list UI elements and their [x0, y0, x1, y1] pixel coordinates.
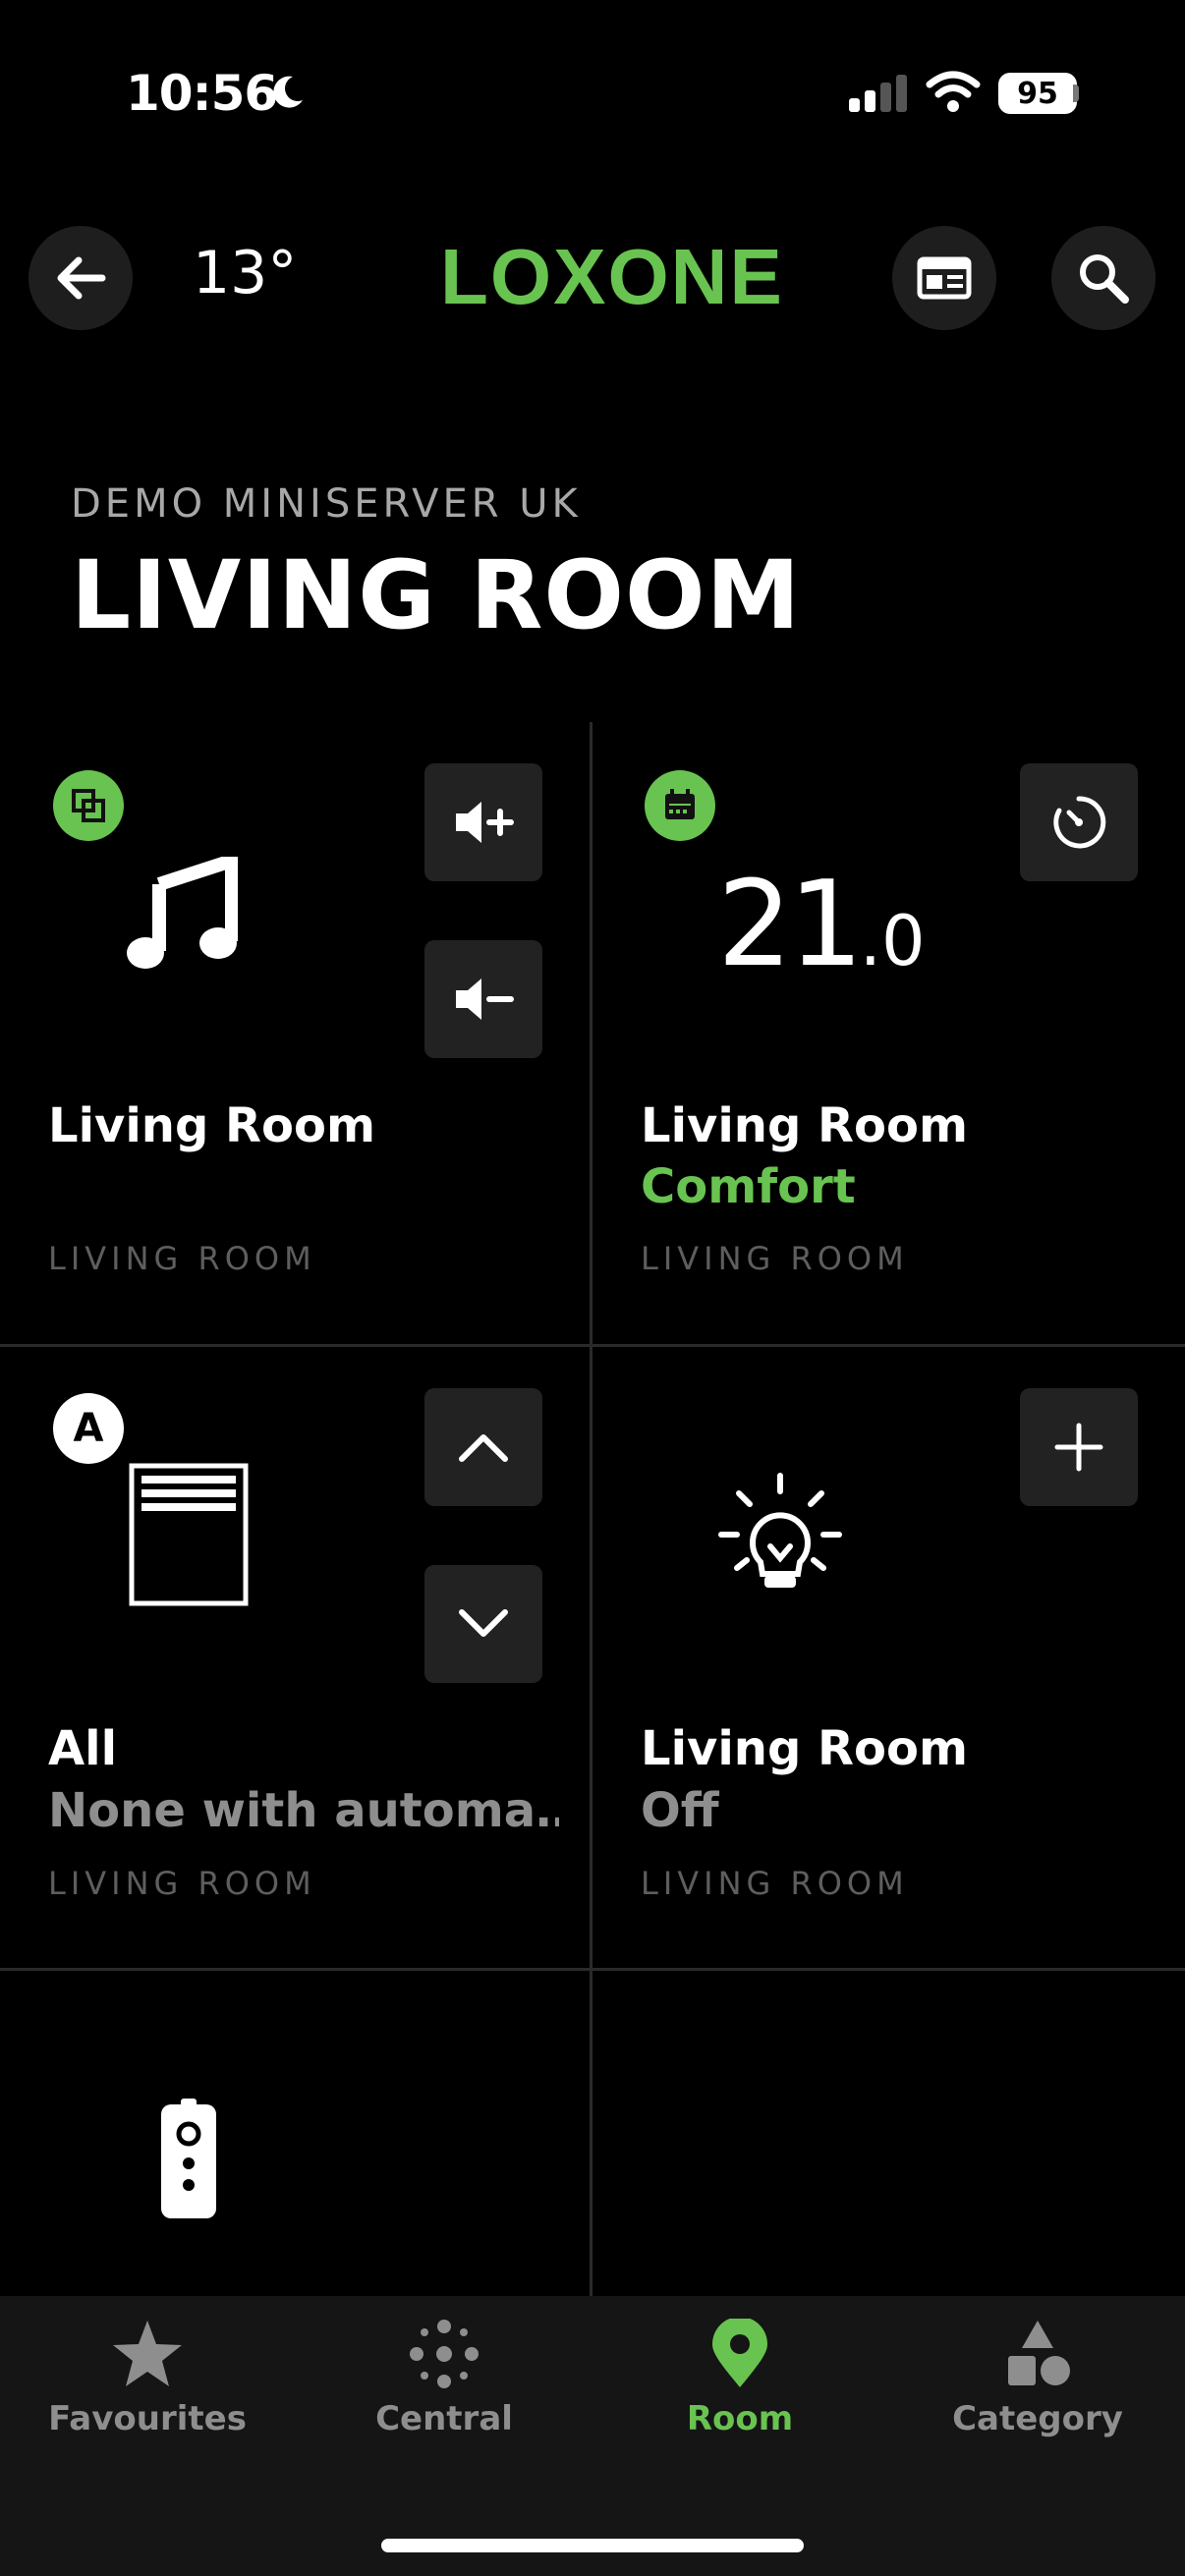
timer-button[interactable] [1020, 763, 1138, 881]
tab-central[interactable]: Central [297, 2319, 592, 2438]
automatic-badge: A [53, 1393, 124, 1464]
loxone-logo: LOXONE [440, 233, 784, 320]
tab-room[interactable]: Room [592, 2319, 887, 2438]
calendar-icon [665, 789, 695, 819]
tile-room: LIVING ROOM [641, 1865, 909, 1902]
search-button[interactable] [1051, 226, 1156, 330]
outside-temperature: 13° [193, 239, 298, 308]
timer-icon [1053, 796, 1106, 849]
tile-status: Comfort [641, 1159, 856, 1214]
blinds-up-button[interactable] [424, 1388, 542, 1506]
tile-status: Off [641, 1783, 719, 1838]
shapes-icon [1008, 2321, 1070, 2385]
tile-name: Living Room [48, 1098, 375, 1153]
status-time: 10:56 [126, 65, 278, 122]
tile-status: None with automa… [48, 1783, 559, 1838]
tile-room: LIVING ROOM [48, 1865, 316, 1902]
arrow-left-icon [57, 256, 106, 300]
page-title: LIVING ROOM [71, 540, 802, 650]
chevron-up-icon [459, 1434, 508, 1462]
battery-indicator: 95 [998, 73, 1077, 114]
light-bulb-icon [718, 1473, 842, 1588]
search-icon [1080, 254, 1129, 304]
tab-category[interactable]: Category [890, 2319, 1185, 2438]
plus-icon [1054, 1423, 1103, 1472]
tab-label: Central [375, 2399, 513, 2438]
remote-control-icon [161, 2099, 216, 2218]
blinds-down-button[interactable] [424, 1565, 542, 1683]
tile-empty [592, 1971, 1185, 2296]
temperature-decimal: .0 [859, 901, 926, 981]
wifi-icon [926, 71, 981, 112]
news-button[interactable] [892, 226, 996, 330]
home-indicator[interactable] [381, 2539, 804, 2552]
newspaper-icon [917, 256, 972, 300]
tab-label: Category [952, 2399, 1123, 2438]
chevron-down-icon [459, 1609, 508, 1637]
star-icon [113, 2321, 182, 2386]
group-icon [72, 789, 105, 822]
tile-room: LIVING ROOM [48, 1240, 316, 1277]
tile-name: Living Room [641, 1098, 968, 1153]
signal-icon [849, 75, 907, 112]
central-dots-icon [410, 2320, 479, 2388]
music-note-icon [127, 857, 238, 969]
moon-icon [273, 76, 303, 108]
audio-group-badge [53, 770, 124, 841]
blinds-icon [129, 1463, 249, 1606]
tile-name: Living Room [641, 1721, 968, 1776]
miniserver-name: DEMO MINISERVER UK [71, 481, 582, 527]
volume-down-button[interactable] [424, 940, 542, 1058]
schedule-badge [645, 770, 715, 841]
tile-remote[interactable] [0, 1971, 590, 2296]
volume-down-icon [456, 979, 514, 1020]
tab-label: Favourites [48, 2399, 247, 2438]
battery-tip [1073, 84, 1079, 102]
back-button[interactable] [28, 226, 133, 330]
temperature-value: 21 [717, 857, 864, 993]
tile-room: LIVING ROOM [641, 1240, 909, 1277]
light-plus-button[interactable] [1020, 1388, 1138, 1506]
location-pin-icon [712, 2319, 767, 2387]
temperature-display: 21.0 [717, 857, 926, 993]
tab-favourites[interactable]: Favourites [0, 2319, 295, 2438]
tab-label: Room [686, 2399, 794, 2438]
tile-name: All [48, 1721, 118, 1776]
volume-up-icon [456, 802, 514, 843]
volume-up-button[interactable] [424, 763, 542, 881]
